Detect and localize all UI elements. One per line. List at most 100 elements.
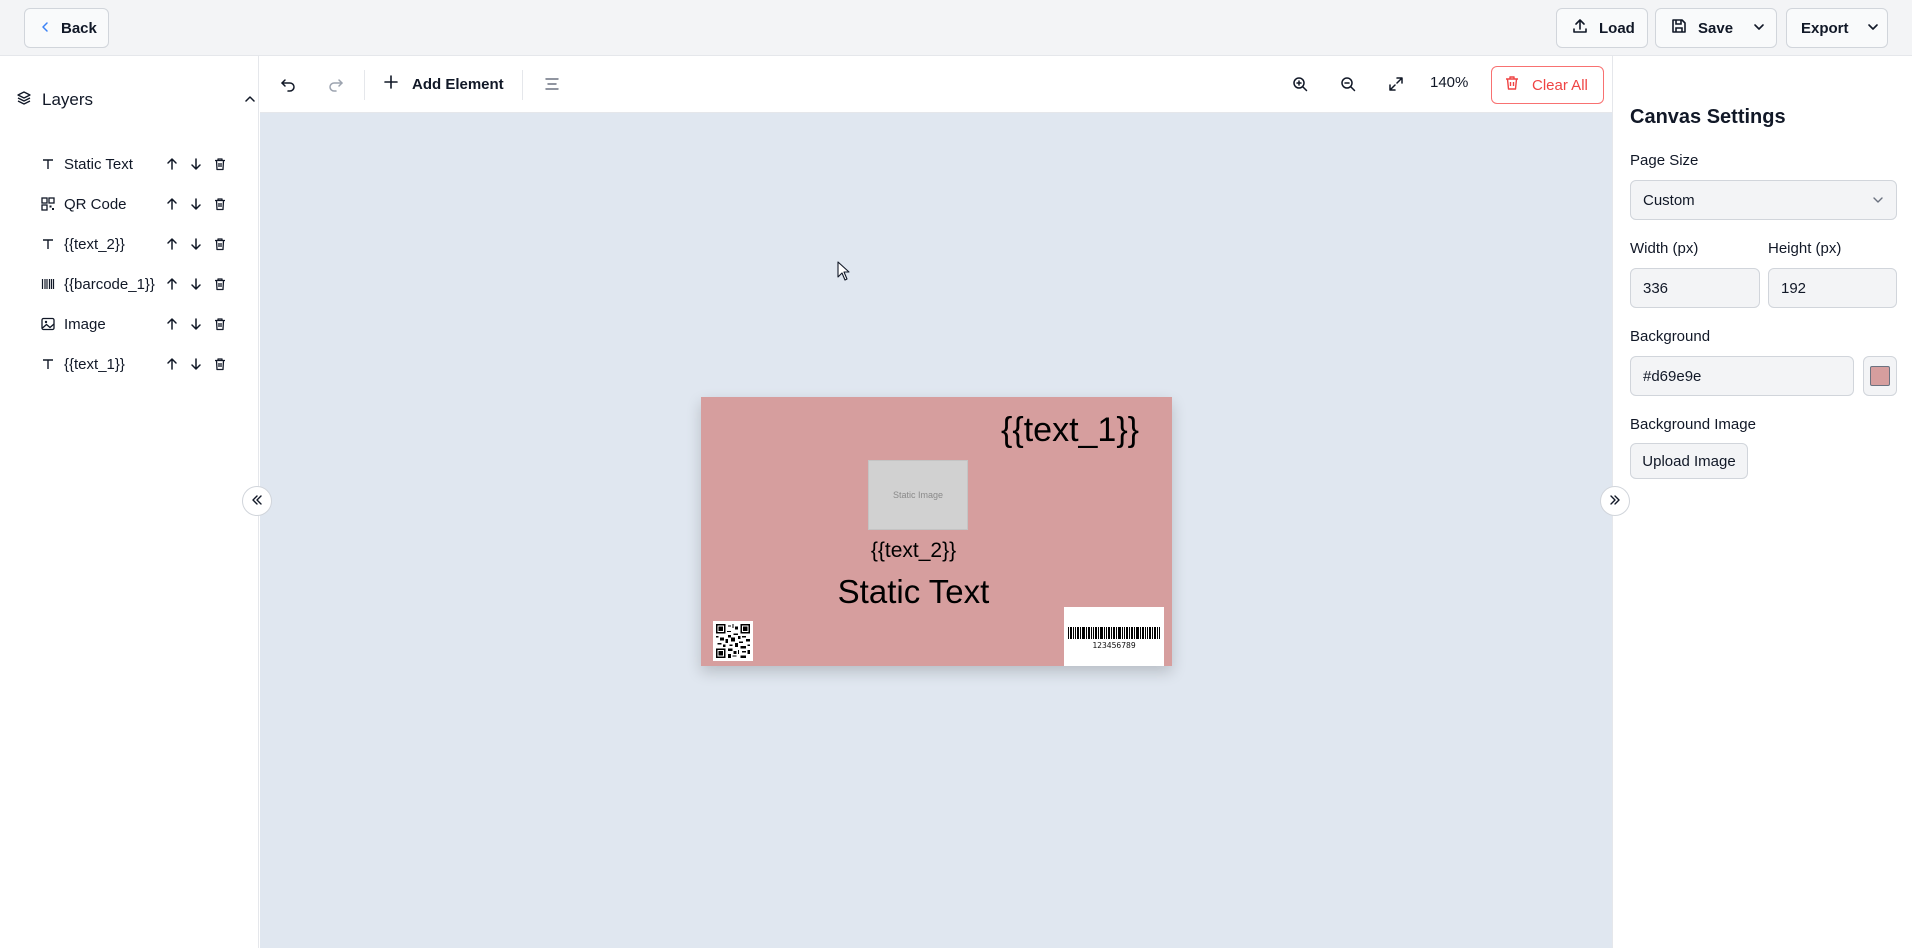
undo-icon[interactable]	[278, 74, 298, 94]
layer-label: Image	[64, 315, 106, 333]
text-icon	[40, 356, 56, 372]
width-label: Width (px)	[1630, 240, 1699, 257]
back-label: Back	[61, 19, 97, 37]
canvas-static-text[interactable]: Static Text	[701, 573, 1126, 611]
background-color-input[interactable]	[1630, 356, 1854, 396]
top-bar: Back Load Save Export	[0, 0, 1912, 56]
layer-label: {{text_2}}	[64, 235, 125, 253]
chevron-up-icon[interactable]	[244, 92, 256, 109]
barcode-icon	[1068, 627, 1160, 639]
trash-icon[interactable]	[212, 156, 228, 172]
arrow-up-icon[interactable]	[164, 236, 180, 252]
height-label: Height (px)	[1768, 240, 1842, 257]
barcode-icon	[40, 276, 56, 292]
trash-icon[interactable]	[212, 356, 228, 372]
trash-icon[interactable]	[212, 276, 228, 292]
add-element-button[interactable]: Add Element	[384, 72, 504, 96]
arrow-up-icon[interactable]	[164, 196, 180, 212]
canvas-toolbar: Add Element 140% Clear All	[260, 56, 1612, 113]
back-button[interactable]: Back	[24, 8, 109, 48]
height-input[interactable]	[1768, 268, 1897, 308]
save-button[interactable]: Save	[1655, 8, 1777, 48]
arrow-up-icon[interactable]	[164, 276, 180, 292]
arrow-up-icon[interactable]	[164, 356, 180, 372]
align-center-icon[interactable]	[542, 74, 562, 94]
redo-icon[interactable]	[326, 74, 346, 94]
toolbar-divider	[522, 70, 523, 100]
layer-label: {{barcode_1}}	[64, 275, 155, 293]
text-icon	[40, 236, 56, 252]
page-size-value: Custom	[1643, 191, 1695, 209]
arrow-down-icon[interactable]	[188, 156, 204, 172]
clear-all-label: Clear All	[1532, 76, 1588, 94]
barcode-value: 123456789	[1092, 641, 1136, 650]
zoom-in-icon[interactable]	[1290, 74, 1310, 94]
canvas-workspace[interactable]: {{text_1}} Static Image {{text_2}} Stati…	[260, 113, 1612, 948]
upload-image-button[interactable]: Upload Image	[1630, 443, 1748, 479]
page-size-select[interactable]: Custom	[1630, 180, 1897, 220]
background-label: Background	[1630, 328, 1711, 345]
canvas-barcode[interactable]: 123456789	[1064, 607, 1164, 666]
layer-label: QR Code	[64, 195, 127, 213]
toolbar-divider	[364, 70, 365, 100]
load-button[interactable]: Load	[1556, 8, 1648, 48]
export-label: Export	[1801, 19, 1849, 37]
chevron-down-icon	[1867, 20, 1879, 37]
zoom-level: 140%	[1430, 74, 1469, 91]
layer-item-static-text[interactable]: Static Text	[40, 152, 240, 176]
width-input[interactable]	[1630, 268, 1760, 308]
arrow-down-icon[interactable]	[188, 276, 204, 292]
arrow-down-icon[interactable]	[188, 236, 204, 252]
layer-item-image[interactable]: Image	[40, 312, 240, 336]
trash-icon[interactable]	[212, 316, 228, 332]
qr-code-icon	[716, 624, 750, 658]
trash-icon[interactable]	[212, 196, 228, 212]
canvas-settings-panel: Canvas Settings Page Size Custom Width (…	[1612, 56, 1912, 948]
canvas-static-image[interactable]: Static Image	[868, 460, 968, 530]
chevrons-left-icon	[251, 493, 263, 510]
canvas-qr-code[interactable]	[713, 621, 753, 661]
clear-all-button[interactable]: Clear All	[1491, 66, 1604, 104]
trash-icon[interactable]	[212, 236, 228, 252]
fit-screen-icon[interactable]	[1386, 74, 1406, 94]
background-color-picker[interactable]	[1863, 356, 1897, 396]
image-icon	[40, 316, 56, 332]
canvas-text-1[interactable]: {{text_1}}	[1001, 411, 1139, 450]
layer-label: Static Text	[64, 155, 133, 173]
layers-header[interactable]: Layers	[16, 88, 256, 112]
arrow-up-icon[interactable]	[164, 316, 180, 332]
layer-item-barcode-1[interactable]: {{barcode_1}}	[40, 272, 240, 296]
export-button[interactable]: Export	[1786, 8, 1888, 48]
layer-item-text-1[interactable]: {{text_1}}	[40, 352, 240, 376]
arrow-up-icon[interactable]	[164, 156, 180, 172]
upload-icon	[1571, 17, 1589, 39]
collapse-right-panel-button[interactable]	[1600, 486, 1630, 516]
collapse-left-panel-button[interactable]	[242, 486, 272, 516]
arrow-down-icon[interactable]	[188, 356, 204, 372]
chevron-left-icon	[39, 20, 51, 37]
layer-item-qr-code[interactable]: QR Code	[40, 192, 240, 216]
image-placeholder-label: Static Image	[892, 490, 944, 500]
layers-title: Layers	[42, 90, 94, 109]
layers-panel: Layers Static Text QR Code {{text_2}} {{…	[0, 56, 259, 948]
zoom-out-icon[interactable]	[1338, 74, 1358, 94]
background-image-label: Background Image	[1630, 416, 1756, 433]
load-label: Load	[1599, 19, 1635, 37]
plus-icon	[384, 75, 398, 93]
layers-icon	[16, 90, 32, 110]
design-canvas[interactable]: {{text_1}} Static Image {{text_2}} Stati…	[701, 397, 1172, 666]
add-element-label: Add Element	[412, 75, 504, 93]
arrow-down-icon[interactable]	[188, 316, 204, 332]
qr-icon	[40, 196, 56, 212]
save-label: Save	[1698, 19, 1734, 37]
arrow-down-icon[interactable]	[188, 196, 204, 212]
page-size-label: Page Size	[1630, 152, 1699, 169]
chevron-down-icon	[1872, 193, 1884, 210]
chevron-down-icon	[1753, 20, 1765, 37]
color-swatch	[1870, 366, 1890, 386]
mouse-cursor-icon	[837, 261, 851, 285]
layer-item-text-2[interactable]: {{text_2}}	[40, 232, 240, 256]
text-icon	[40, 156, 56, 172]
layer-label: {{text_1}}	[64, 355, 125, 373]
canvas-text-2[interactable]: {{text_2}}	[701, 539, 1126, 563]
